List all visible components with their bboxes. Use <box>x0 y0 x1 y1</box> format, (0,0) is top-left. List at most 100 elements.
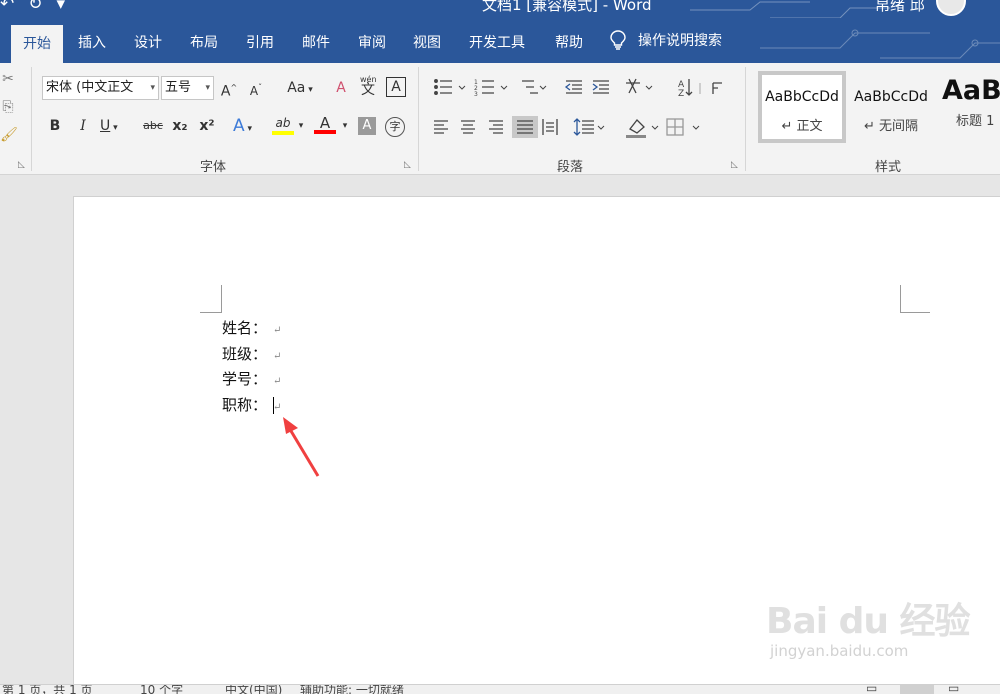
group-separator <box>745 67 746 171</box>
svg-text:3: 3 <box>474 91 478 98</box>
chevron-down-icon: ▾ <box>205 83 210 93</box>
character-border-button[interactable]: A <box>386 77 406 97</box>
subscript-button[interactable]: x₂ <box>170 116 190 136</box>
word-count[interactable]: 10 个字 <box>140 685 183 694</box>
phonetic-guide-button[interactable]: wén 文 <box>358 75 378 100</box>
read-mode-icon[interactable]: ▭ <box>866 685 877 694</box>
margin-corner-mark <box>200 285 222 313</box>
phonetic-top-label: wén <box>360 75 377 84</box>
chevron-down-icon[interactable]: ▾ <box>296 116 306 136</box>
paragraph-text: 职称： <box>222 396 268 414</box>
tab-home[interactable]: 开始 <box>11 25 63 63</box>
highlighter-icon: ab <box>275 116 291 130</box>
paragraph[interactable]: 学号： ↵ <box>222 368 281 389</box>
paragraph-text: 姓名： <box>222 319 268 337</box>
styles-group-label: 样式 <box>875 160 902 175</box>
avatar[interactable] <box>936 0 966 16</box>
format-painter-icon[interactable]: 🖌 <box>0 125 18 145</box>
user-name[interactable]: 帛绪 邱 <box>875 0 925 15</box>
watermark-logo: Bai du 经验 <box>766 601 971 642</box>
font-name-value: 宋体 (中文正文 <box>46 80 134 95</box>
customize-qat-icon[interactable]: ▾ <box>57 0 66 14</box>
change-case-label: Aa <box>287 80 306 96</box>
paragraph[interactable]: 姓名： ↵ <box>222 317 281 338</box>
clipboard-launcher-icon[interactable]: ◺ <box>18 160 25 170</box>
text-effects-button[interactable]: A ▾ <box>233 116 265 139</box>
highlight-button[interactable]: ab <box>272 113 294 137</box>
copy-icon[interactable]: ⎘ <box>0 97 16 117</box>
accessibility-status[interactable]: 辅助功能: 一切就绪 <box>300 685 404 694</box>
tab-view[interactable]: 视图 <box>413 32 441 52</box>
quick-access-toolbar: ↶ ↻ ▾ <box>0 0 79 14</box>
underline-label: U <box>100 118 111 134</box>
underline-button[interactable]: U ▾ <box>100 116 130 138</box>
redo-icon[interactable]: ↻ <box>28 0 42 14</box>
tab-help[interactable]: 帮助 <box>555 32 583 52</box>
web-layout-icon[interactable]: ▭ <box>948 685 959 694</box>
tab-review[interactable]: 审阅 <box>358 32 386 52</box>
annotation-arrow-icon <box>283 417 320 477</box>
superscript-button[interactable]: x² <box>197 116 217 136</box>
font-size-combo[interactable]: 五号 ▾ <box>161 76 214 100</box>
tab-mailings[interactable]: 邮件 <box>302 32 330 52</box>
enclose-characters-button[interactable]: 字 <box>385 117 405 137</box>
style-sample: AaBbCcDd <box>765 89 839 105</box>
ribbon-tab-bar: 开始 插入 设计 布局 引用 邮件 审阅 视图 开发工具 帮助 操作说明搜索 <box>0 18 1000 63</box>
eraser-icon: A <box>336 80 346 96</box>
grow-font-button[interactable]: A^ <box>220 78 238 102</box>
tab-design[interactable]: 设计 <box>134 32 162 52</box>
svg-text:Z: Z <box>678 89 684 99</box>
title-pattern-decoration <box>690 1 890 18</box>
language[interactable]: 中文(中国) <box>225 685 282 694</box>
title-bar: ↶ ↻ ▾ 文档1 [兼容模式] - Word 帛绪 邱 <box>0 0 1000 18</box>
undo-icon[interactable]: ↶ <box>0 0 14 14</box>
font-size-value: 五号 <box>165 80 192 95</box>
paragraph-text: 班级： <box>222 345 268 363</box>
character-border-label: A <box>391 79 401 95</box>
font-group-label: 字体 <box>200 160 227 175</box>
group-separator <box>31 67 32 171</box>
shrink-font-button[interactable]: Aˇ <box>247 78 265 101</box>
paragraph[interactable]: 班级： ↵ <box>222 343 281 364</box>
font-color-button[interactable]: A <box>314 113 336 137</box>
style-heading-1[interactable]: AaB 标题 1 <box>938 71 1000 143</box>
chevron-down-icon[interactable]: ▾ <box>340 116 350 136</box>
ribbon: ✂ ⎘ 🖌 ◺ 宋体 (中文正文 ▾ 五号 ▾ A^ Aˇ Aa ▾ A wén 文… <box>0 63 1000 175</box>
clear-formatting-button[interactable]: A <box>331 78 351 98</box>
tab-layout[interactable]: 布局 <box>190 32 218 52</box>
status-bar: 第 1 页，共 1 页 10 个字 中文(中国) 辅助功能: 一切就绪 ▭ ▭ <box>0 684 1000 694</box>
margin-corner-mark <box>900 285 930 313</box>
tab-insert[interactable]: 插入 <box>78 32 106 52</box>
text-effects-icon: A <box>233 116 245 136</box>
group-separator <box>418 67 419 171</box>
style-name: ↵ 正文 <box>781 119 823 134</box>
print-layout-icon[interactable] <box>900 685 934 694</box>
paragraph-group-label: 段落 <box>557 160 584 175</box>
style-no-spacing[interactable]: AaBbCcDd ↵ 无间隔 <box>848 71 934 143</box>
italic-button[interactable]: I <box>74 116 92 136</box>
baidu-watermark: Bai du 经验 jingyan.baidu.com <box>766 592 971 660</box>
change-case-button[interactable]: Aa ▾ <box>282 78 318 100</box>
style-sample: AaB <box>942 75 1000 106</box>
chevron-down-icon: ▾ <box>150 83 155 93</box>
tell-me-search[interactable]: 操作说明搜索 <box>610 30 722 50</box>
tab-references[interactable]: 引用 <box>246 32 274 52</box>
page-count[interactable]: 第 1 页，共 1 页 <box>2 685 93 694</box>
paragraph-mark: ↵ <box>273 376 282 387</box>
tab-developer[interactable]: 开发工具 <box>469 32 525 52</box>
character-shading-button[interactable]: A <box>358 117 376 135</box>
tell-me-label: 操作说明搜索 <box>638 33 722 49</box>
tab-bar-pattern-decoration <box>760 29 1000 59</box>
paragraph-mark: ↵ <box>273 351 282 362</box>
cut-icon[interactable]: ✂ <box>0 69 16 89</box>
style-name: 标题 1 <box>956 114 995 129</box>
style-sample: AaBbCcDd <box>854 89 928 105</box>
font-launcher-icon[interactable]: ◺ <box>404 160 411 170</box>
style-normal[interactable]: AaBbCcDd ↵ 正文 <box>758 71 846 143</box>
paragraph-mark: ↵ <box>273 325 282 336</box>
paragraph-launcher-icon[interactable]: ◺ <box>731 160 738 170</box>
bold-button[interactable]: B <box>46 116 64 136</box>
font-name-combo[interactable]: 宋体 (中文正文 ▾ <box>42 76 159 100</box>
grow-font-label: A <box>220 83 231 100</box>
strikethrough-button[interactable]: abc <box>140 116 166 136</box>
